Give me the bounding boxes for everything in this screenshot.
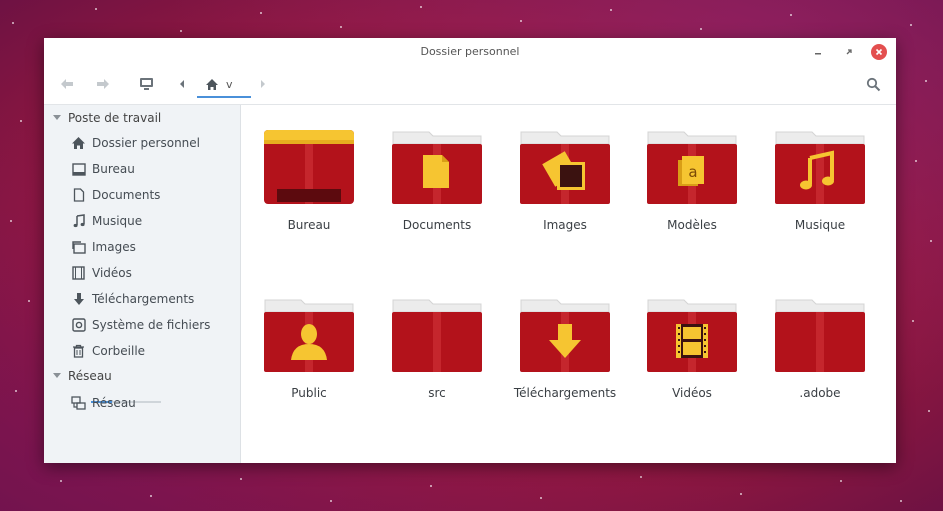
file-item-documents[interactable]: Documents	[382, 130, 492, 250]
computer-button[interactable]	[136, 74, 156, 94]
file-item-videos[interactable]: Vidéos	[637, 298, 747, 418]
sidebar-item-trash[interactable]: Corbeille	[71, 340, 145, 362]
sidebar-item-label: Dossier personnel	[92, 136, 201, 150]
drive-icon	[71, 318, 86, 332]
download-icon	[73, 293, 84, 305]
search-button[interactable]	[863, 74, 883, 94]
file-label: Modèles	[667, 218, 717, 232]
file-label: Téléchargements	[513, 386, 617, 400]
sidebar-section-network[interactable]: Réseau	[52, 366, 112, 386]
network-icon	[71, 396, 86, 410]
sidebar-item-label: Images	[92, 240, 136, 254]
sidebar-item-home[interactable]: Dossier personnel	[71, 132, 200, 154]
file-item-images[interactable]: Images	[510, 130, 620, 250]
minimize-button[interactable]	[810, 44, 826, 60]
file-item-bureau[interactable]: Bureau	[254, 130, 364, 250]
chevron-left-icon	[180, 80, 184, 88]
chevron-right-icon	[261, 80, 265, 88]
sidebar-item-images[interactable]: Images	[71, 236, 136, 258]
minimize-icon	[815, 53, 821, 55]
file-label: Images	[543, 218, 587, 232]
file-label: Vidéos	[672, 386, 712, 400]
video-icon	[72, 266, 85, 280]
sidebar-item-label: Documents	[92, 188, 161, 202]
desktop-icon	[71, 162, 86, 176]
breadcrumb-label: v	[226, 77, 233, 91]
folder-icon	[775, 299, 865, 372]
sidebar-section-workstation[interactable]: Poste de travail	[52, 108, 161, 128]
close-icon	[875, 48, 883, 56]
search-icon	[866, 77, 880, 91]
back-arrow-icon	[61, 79, 73, 89]
document-icon	[73, 188, 84, 202]
toolbar: v	[44, 66, 896, 104]
sidebar-item-label: Musique	[92, 214, 143, 228]
file-item-public[interactable]: Public	[254, 298, 364, 418]
sidebar-item-videos[interactable]: Vidéos	[71, 262, 132, 284]
svg-text:a: a	[688, 163, 697, 181]
sidebar-item-label: Bureau	[92, 162, 135, 176]
sidebar-item-documents[interactable]: Documents	[71, 184, 160, 206]
file-item-src[interactable]: src	[382, 298, 492, 418]
caret-down-icon	[53, 373, 61, 378]
sidebar: Poste de travail Dossier personnel Burea…	[44, 105, 241, 463]
sidebar-section-label: Poste de travail	[68, 111, 162, 125]
sidebar-item-label: Réseau	[92, 396, 136, 410]
sidebar-item-label: Système de fichiers	[92, 318, 211, 332]
caret-down-icon	[53, 115, 61, 120]
file-view: Bureau Documents Images a Modèles Musiqu…	[242, 105, 896, 463]
file-label: Bureau	[287, 218, 331, 232]
forward-arrow-icon	[97, 79, 109, 89]
breadcrumb-right-button[interactable]	[256, 74, 270, 94]
file-label: src	[428, 386, 446, 400]
music-folder-icon	[775, 131, 865, 204]
sidebar-section-label: Réseau	[68, 369, 112, 383]
file-item-telechargements[interactable]: Téléchargements	[510, 298, 620, 418]
breadcrumb-left-button[interactable]	[175, 74, 189, 94]
home-icon	[72, 137, 85, 149]
download-folder-icon	[520, 299, 610, 372]
sidebar-item-downloads[interactable]: Téléchargements	[71, 288, 194, 310]
file-manager-window: Dossier personnel v Poste de travail Dos…	[44, 38, 896, 463]
file-label: Public	[291, 386, 327, 400]
maximize-icon	[846, 49, 852, 55]
documents-folder-icon	[392, 131, 482, 204]
sidebar-item-label: Corbeille	[92, 344, 146, 358]
sidebar-item-music[interactable]: Musique	[71, 210, 142, 232]
close-button[interactable]	[871, 44, 887, 60]
forward-button[interactable]	[93, 74, 113, 94]
computer-icon	[139, 78, 153, 90]
sidebar-item-network[interactable]: Réseau	[71, 392, 136, 414]
back-button[interactable]	[57, 74, 77, 94]
sidebar-item-label: Vidéos	[92, 266, 132, 280]
file-item-adobe[interactable]: .adobe	[765, 298, 875, 418]
images-folder-icon	[520, 131, 610, 204]
sidebar-item-desktop[interactable]: Bureau	[71, 158, 135, 180]
home-icon	[206, 78, 218, 90]
folder-icon	[392, 299, 482, 372]
image-icon	[71, 241, 86, 254]
videos-folder-icon	[647, 299, 737, 372]
music-icon	[73, 214, 85, 228]
titlebar[interactable]: Dossier personnel	[44, 38, 896, 66]
maximize-button[interactable]	[841, 44, 857, 60]
breadcrumb-home[interactable]: v	[197, 72, 251, 98]
sidebar-item-filesystem[interactable]: Système de fichiers	[71, 314, 210, 336]
file-label: .adobe	[799, 386, 841, 400]
public-folder-icon	[264, 299, 354, 372]
templates-folder-icon: a	[647, 131, 737, 204]
file-label: Musique	[794, 218, 846, 232]
file-label: Documents	[402, 218, 472, 232]
trash-icon	[73, 344, 84, 358]
file-item-musique[interactable]: Musique	[765, 130, 875, 250]
file-item-modeles[interactable]: a Modèles	[637, 130, 747, 250]
window-title: Dossier personnel	[420, 45, 520, 58]
desktop-folder-icon	[264, 130, 354, 204]
sidebar-item-label: Téléchargements	[92, 292, 195, 306]
